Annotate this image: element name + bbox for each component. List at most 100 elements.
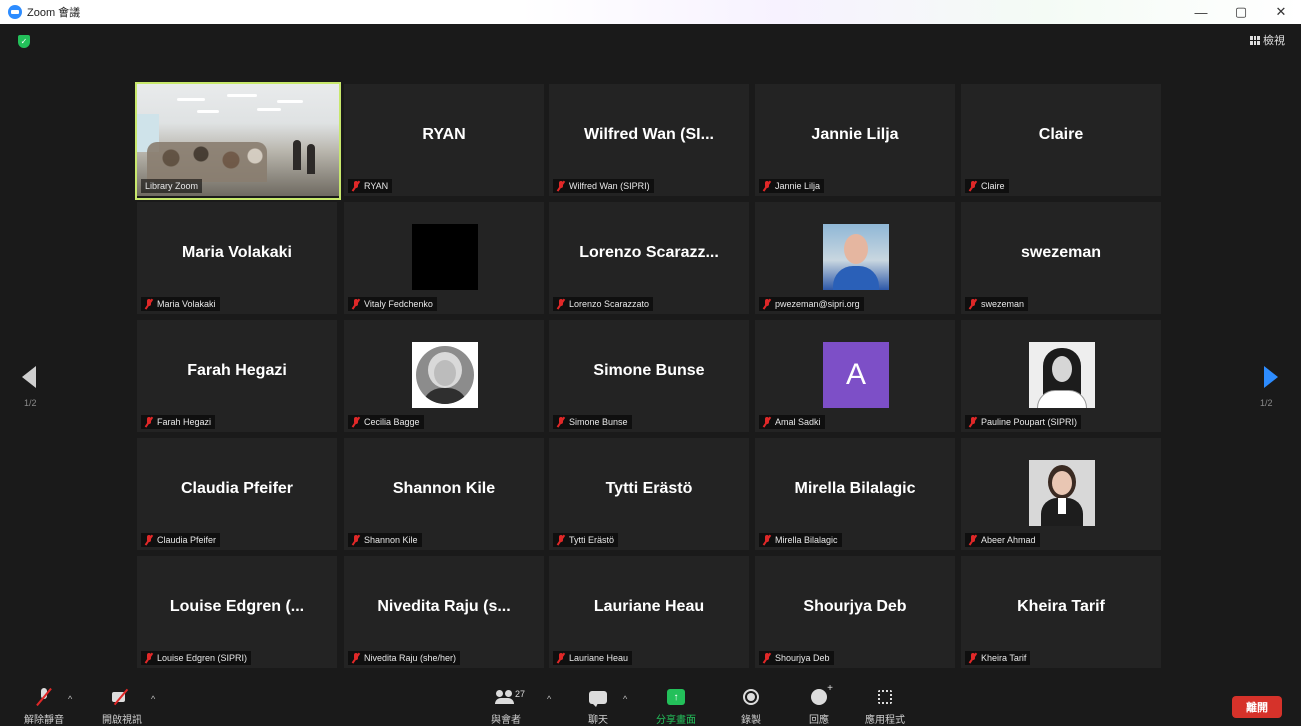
microphone-muted-icon [557, 417, 565, 427]
microphone-muted-icon [969, 417, 977, 427]
page-indicator-left: 1/2 [24, 398, 37, 408]
participant-tile[interactable]: Cecilia Bagge [344, 320, 544, 432]
microphone-muted-icon [352, 299, 360, 309]
participant-name-label: Library Zoom [141, 179, 203, 193]
participant-tile[interactable]: Abeer Ahmad [961, 438, 1161, 550]
microphone-muted-icon [763, 299, 771, 309]
audio-options-caret[interactable]: ^ [68, 694, 72, 704]
participant-name-text: Vitaly Fedchenko [364, 299, 433, 309]
participant-name-text: Library Zoom [145, 181, 199, 191]
participant-name-text: Farah Hegazi [157, 417, 212, 427]
profile-photo [412, 342, 478, 408]
participant-tile[interactable]: Lauriane Heau Lauriane Heau [549, 556, 749, 668]
reactions-button[interactable]: 回應 [809, 683, 833, 726]
participant-name-text: Abeer Ahmad [981, 535, 1036, 545]
start-video-button[interactable]: 開啟視訊 [102, 686, 142, 726]
chat-button[interactable]: 聊天 [588, 686, 608, 726]
microphone-muted-icon [969, 535, 977, 545]
participant-name-label: Claire [965, 179, 1009, 193]
security-shield-icon[interactable]: ✓ [18, 35, 30, 48]
microphone-muted-icon [352, 417, 360, 427]
microphone-muted-icon [145, 535, 153, 545]
microphone-muted-icon [557, 299, 565, 309]
participant-name-label: Cecilia Bagge [348, 415, 424, 429]
participant-name-label: Maria Volakaki [141, 297, 220, 311]
microphone-muted-icon [763, 181, 771, 191]
participant-tile[interactable]: Tytti Erästö Tytti Erästö [549, 438, 749, 550]
video-off-icon [112, 690, 132, 704]
participant-tile[interactable]: swezeman swezeman [961, 202, 1161, 314]
microphone-muted-icon [557, 653, 565, 663]
participant-name-text: Kheira Tarif [981, 653, 1027, 663]
microphone-muted-icon [969, 653, 977, 663]
next-page-icon[interactable] [1264, 366, 1278, 388]
chat-options-caret[interactable]: ^ [623, 694, 627, 704]
previous-page-icon[interactable] [22, 366, 36, 388]
participant-tile[interactable]: RYAN RYAN [344, 84, 544, 196]
video-options-caret[interactable]: ^ [151, 694, 155, 704]
record-button[interactable]: 錄製 [741, 686, 761, 726]
participant-name-label: Abeer Ahmad [965, 533, 1040, 547]
apps-icon [878, 690, 892, 704]
participants-button[interactable]: 27 與會者 [490, 686, 526, 726]
microphone-muted-icon [38, 688, 50, 706]
unmute-button[interactable]: 解除靜音 [24, 686, 64, 726]
participant-name-text: Pauline Poupart (SIPRI) [981, 417, 1078, 427]
participant-tile[interactable]: Vitaly Fedchenko [344, 202, 544, 314]
participant-count: 27 [515, 689, 526, 699]
participant-name-label: pwezeman@sipri.org [759, 297, 864, 311]
participant-tile[interactable]: Maria Volakaki Maria Volakaki [137, 202, 337, 314]
participant-name-label: Lorenzo Scarazzato [553, 297, 654, 311]
participant-name-label: swezeman [965, 297, 1029, 311]
participant-name-label: Wilfred Wan (SIPRI) [553, 179, 654, 193]
restore-button[interactable]: ▢ [1221, 0, 1261, 24]
close-button[interactable]: ✕ [1261, 0, 1301, 24]
microphone-muted-icon [763, 653, 771, 663]
participant-name-text: Lorenzo Scarazzato [569, 299, 650, 309]
leave-meeting-button[interactable]: 離開 [1232, 696, 1282, 718]
microphone-muted-icon [352, 653, 360, 663]
microphone-muted-icon [763, 535, 771, 545]
participant-name-label: Tytti Erästö [553, 533, 619, 547]
participant-tile[interactable]: Farah Hegazi Farah Hegazi [137, 320, 337, 432]
microphone-muted-icon [145, 653, 153, 663]
participant-tile[interactable]: Louise Edgren (... Louise Edgren (SIPRI) [137, 556, 337, 668]
participant-tile[interactable]: Claudia Pfeifer Claudia Pfeifer [137, 438, 337, 550]
participants-options-caret[interactable]: ^ [547, 694, 551, 704]
microphone-muted-icon [763, 417, 771, 427]
participant-tile[interactable]: Mirella Bilalagic Mirella Bilalagic [755, 438, 955, 550]
microphone-muted-icon [557, 535, 565, 545]
participant-tile[interactable]: Shourjya Deb Shourjya Deb [755, 556, 955, 668]
participant-tile[interactable]: Simone Bunse Simone Bunse [549, 320, 749, 432]
minimize-button[interactable]: — [1181, 0, 1221, 24]
participant-tile[interactable]: Nivedita Raju (s... Nivedita Raju (she/he… [344, 556, 544, 668]
page-indicator-right: 1/2 [1260, 398, 1273, 408]
participant-tile[interactable]: Claire Claire [961, 84, 1161, 196]
participant-tile[interactable]: pwezeman@sipri.org [755, 202, 955, 314]
record-icon [743, 689, 759, 705]
participant-name-label: Jannie Lilja [759, 179, 825, 193]
participant-name-label: Nivedita Raju (she/her) [348, 651, 461, 665]
participant-name-text: Louise Edgren (SIPRI) [157, 653, 248, 663]
participant-tile[interactable]: Lorenzo Scarazz... Lorenzo Scarazzato [549, 202, 749, 314]
share-screen-button[interactable]: ↑ 分享畫面 [656, 686, 696, 726]
participant-name-text: Maria Volakaki [157, 299, 216, 309]
participant-tile[interactable]: A Amal Sadki [755, 320, 955, 432]
microphone-muted-icon [352, 535, 360, 545]
apps-button[interactable]: 應用程式 [865, 686, 905, 726]
view-button[interactable]: 檢視 [1250, 32, 1285, 48]
participant-name-label: Lauriane Heau [553, 651, 633, 665]
participant-tile[interactable]: Jannie Lilja Jannie Lilja [755, 84, 955, 196]
profile-photo [1029, 460, 1095, 526]
participant-tile[interactable]: Shannon Kile Shannon Kile [344, 438, 544, 550]
participant-tile[interactable]: Library Zoom [135, 82, 341, 200]
participant-name-label: Vitaly Fedchenko [348, 297, 437, 311]
participant-tile[interactable]: Kheira Tarif Kheira Tarif [961, 556, 1161, 668]
participant-tile[interactable]: Pauline Poupart (SIPRI) [961, 320, 1161, 432]
participant-tile[interactable]: Wilfred Wan (SI... Wilfred Wan (SIPRI) [549, 84, 749, 196]
share-screen-icon: ↑ [667, 689, 685, 705]
participant-name-label: Claudia Pfeifer [141, 533, 221, 547]
participant-name-text: Shourjya Deb [775, 653, 830, 663]
microphone-muted-icon [145, 417, 153, 427]
profile-photo [1029, 342, 1095, 408]
